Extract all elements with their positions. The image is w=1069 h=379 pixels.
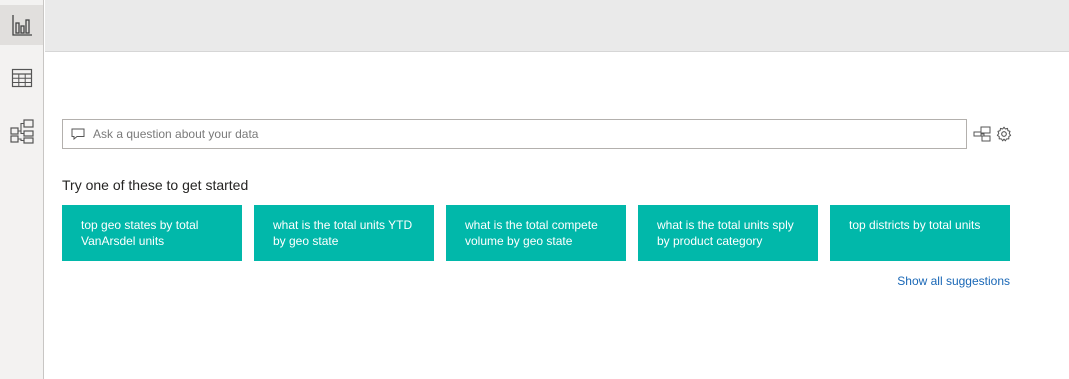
suggestion-button[interactable]: what is the total units sply by product … — [638, 205, 818, 261]
bar-chart-icon — [11, 15, 32, 36]
model-view-button[interactable] — [0, 111, 43, 151]
qa-question-box[interactable] — [62, 119, 967, 149]
data-view-button[interactable] — [0, 58, 43, 98]
suggestions-heading: Try one of these to get started — [62, 177, 249, 193]
suggestion-button[interactable]: top geo states by total VanArsdel units — [62, 205, 242, 261]
table-icon — [11, 68, 32, 88]
suggestion-button[interactable]: top districts by total units — [830, 205, 1010, 261]
report-view-button[interactable] — [0, 5, 43, 45]
model-icon — [9, 119, 34, 144]
left-rail — [0, 0, 44, 379]
qa-canvas: Try one of these to get started top geo … — [0, 0, 1069, 379]
gear-icon[interactable] — [995, 125, 1013, 143]
suggestions-list: top geo states by total VanArsdel units … — [62, 205, 1010, 261]
top-bar — [45, 0, 1069, 52]
suggestion-button[interactable]: what is the total compete volume by geo … — [446, 205, 626, 261]
suggestion-button[interactable]: what is the total units YTD by geo state — [254, 205, 434, 261]
qa-question-input[interactable] — [93, 121, 966, 147]
show-all-suggestions-link[interactable]: Show all suggestions — [897, 274, 1010, 288]
speech-bubble-icon — [63, 120, 93, 148]
qa-question-row — [62, 119, 1017, 149]
convert-to-visual-icon[interactable] — [973, 125, 991, 143]
